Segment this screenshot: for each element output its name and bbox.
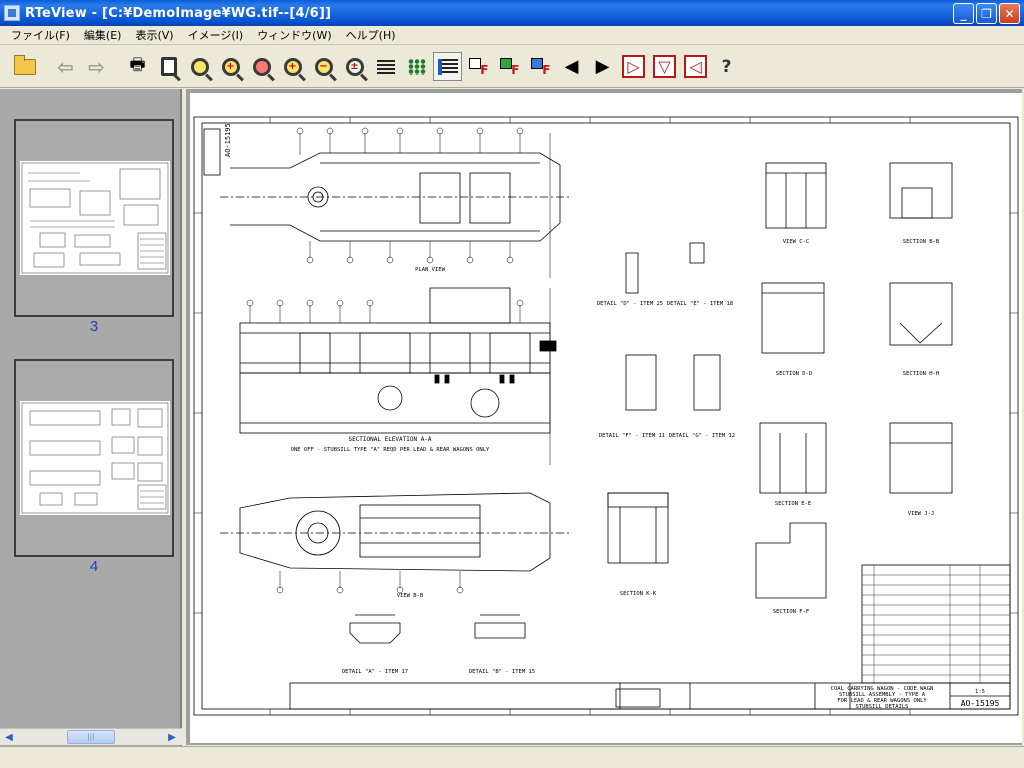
- help-button[interactable]: ?: [712, 52, 741, 81]
- label-plan-view: PLAN VIEW: [415, 267, 445, 273]
- close-button[interactable]: ✕: [999, 3, 1020, 24]
- forward-button[interactable]: ⇨: [82, 52, 111, 81]
- label-view-bb: VIEW B-B: [397, 593, 424, 599]
- toolbar: ⇦ ⇨ 🖶 + + − ± F F F ◀ ▶ ▷ ▽ ◁ ?: [0, 46, 1024, 88]
- rotate-right-icon: ▷: [622, 55, 645, 78]
- label-detail-d: DETAIL "D" - ITEM 25: [597, 301, 663, 307]
- drawing-page: AO-15195 PLAN VIEW VIEW C-C SECTION B-B …: [190, 93, 1022, 743]
- label-elevation: SECTIONAL ELEVATION A-A: [348, 436, 431, 443]
- image-viewer[interactable]: AO-15195 PLAN VIEW VIEW C-C SECTION B-B …: [186, 89, 1022, 745]
- label-section-kk: SECTION K-K: [620, 591, 657, 597]
- thumbnail-page-4[interactable]: [14, 359, 174, 557]
- minimize-button[interactable]: _: [953, 3, 974, 24]
- thumbnail-image-4: [20, 401, 170, 515]
- thumbnail-page-3[interactable]: [14, 119, 174, 317]
- thumbnail-image-3: [20, 161, 170, 275]
- rotate-left-button[interactable]: ◁: [681, 52, 710, 81]
- label-section-hh: SECTION H-H: [903, 371, 939, 377]
- back-button[interactable]: ⇦: [51, 52, 80, 81]
- rotate-left-icon: ◁: [684, 55, 707, 78]
- zoom-fit-button[interactable]: [185, 52, 214, 81]
- help-icon: ?: [721, 56, 732, 77]
- scroll-right-icon[interactable]: ▶: [164, 729, 180, 745]
- rotate-right-button[interactable]: ▷: [619, 52, 648, 81]
- title-drawing-number: AO-15195: [961, 699, 1000, 708]
- label-detail-a: DETAIL "A" - ITEM 17: [342, 669, 408, 675]
- prev-page-icon: ◀: [564, 56, 579, 77]
- zoom-in-button[interactable]: +: [216, 52, 245, 81]
- print-preview-button[interactable]: [154, 52, 183, 81]
- frame-f-color-icon: F: [530, 57, 551, 77]
- frame-f-color-button[interactable]: F: [526, 52, 555, 81]
- engineering-drawing: AO-15195 PLAN VIEW VIEW C-C SECTION B-B …: [193, 116, 1019, 716]
- menu-file[interactable]: ファイル(F): [4, 27, 77, 43]
- label-section-ff: SECTION F-F: [773, 609, 809, 615]
- flip-down-button[interactable]: ▽: [650, 52, 679, 81]
- title-line-4: STUBSILL DETAILS: [856, 704, 909, 710]
- zoom-area-button[interactable]: ±: [340, 52, 369, 81]
- label-detail-g: DETAIL "G" - ITEM 12: [669, 433, 735, 439]
- label-section-dd: SECTION D-D: [776, 371, 812, 377]
- flip-down-icon: ▽: [653, 55, 676, 78]
- window-title: RTeView - [C:¥DemoImage¥WG.tif--[4/6]]: [25, 5, 332, 21]
- thumbnail-scrollbar[interactable]: ◀ ||| ▶: [0, 728, 182, 745]
- list-view-icon: [437, 58, 458, 75]
- menu-help[interactable]: ヘルプ(H): [339, 27, 403, 43]
- frame-f-button[interactable]: F: [464, 52, 493, 81]
- label-detail-e: DETAIL "E" - ITEM 18: [667, 301, 733, 307]
- label-detail-f: DETAIL "F" - ITEM 11: [599, 433, 665, 439]
- zoom-in-icon: +: [221, 57, 240, 76]
- prev-page-button[interactable]: ◀: [557, 52, 586, 81]
- drawing-number-vertical: AO-15195: [224, 123, 232, 157]
- frame-f-green-button[interactable]: F: [495, 52, 524, 81]
- thumbnail-label-3: 3: [89, 318, 99, 335]
- open-button[interactable]: [10, 52, 39, 81]
- print-button[interactable]: 🖶: [123, 52, 152, 81]
- menu-bar: ファイル(F) 編集(E) 表示(V) イメージ(I) ウィンドウ(W) ヘルプ…: [0, 26, 1024, 45]
- print-icon: 🖶: [129, 55, 146, 75]
- open-folder-icon: [13, 54, 36, 75]
- zoom-area-icon: ±: [345, 57, 364, 76]
- zoom-plus-button[interactable]: +: [278, 52, 307, 81]
- label-view-cc: VIEW C-C: [783, 239, 810, 245]
- menu-window[interactable]: ウィンドウ(W): [250, 27, 338, 43]
- print-preview-icon: [160, 57, 177, 76]
- status-bar: [0, 746, 1024, 768]
- next-page-button[interactable]: ▶: [588, 52, 617, 81]
- thumbnail-label-4: 4: [89, 558, 99, 575]
- list-view-button[interactable]: [433, 52, 462, 81]
- app-icon: [4, 5, 20, 21]
- title-bar[interactable]: RTeView - [C:¥DemoImage¥WG.tif--[4/6]] _…: [0, 0, 1024, 26]
- frame-f-green-icon: F: [499, 57, 520, 77]
- zoom-red-icon: [252, 57, 271, 76]
- label-view-jj: VIEW J-J: [908, 511, 935, 517]
- forward-arrow-icon: ⇨: [88, 54, 105, 79]
- back-arrow-icon: ⇦: [57, 54, 74, 79]
- title-scale: 1:5: [975, 689, 985, 695]
- thumbnail-panel[interactable]: 3 4: [0, 89, 182, 749]
- menu-edit[interactable]: 編集(E): [77, 27, 129, 43]
- zoom-out-button[interactable]: −: [309, 52, 338, 81]
- zoom-plus-icon: +: [283, 57, 302, 76]
- next-page-icon: ▶: [595, 56, 610, 77]
- restore-button[interactable]: ❐: [976, 3, 997, 24]
- menu-view[interactable]: 表示(V): [128, 27, 180, 43]
- label-section-ee: SECTION E-E: [775, 501, 811, 507]
- menu-image[interactable]: イメージ(I): [181, 27, 251, 43]
- label-section-bb: SECTION B-B: [903, 239, 940, 245]
- text-view-button[interactable]: [371, 52, 400, 81]
- frame-f-icon: F: [468, 57, 489, 77]
- label-detail-b: DETAIL "B" - ITEM 15: [469, 669, 535, 675]
- zoom-out-icon: −: [314, 57, 333, 76]
- grid-view-icon: [407, 58, 426, 75]
- scrollbar-thumb[interactable]: |||: [67, 730, 115, 744]
- app-window: RTeView - [C:¥DemoImage¥WG.tif--[4/6]] _…: [0, 0, 1024, 768]
- text-view-icon: [376, 59, 395, 74]
- zoom-red-button[interactable]: [247, 52, 276, 81]
- grid-view-button[interactable]: [402, 52, 431, 81]
- label-elevation-sub: ONE OFF - STUBSILL TYPE "A" REQD PER LEA…: [291, 447, 490, 453]
- scroll-left-icon[interactable]: ◀: [1, 729, 17, 745]
- zoom-fit-icon: [190, 57, 209, 76]
